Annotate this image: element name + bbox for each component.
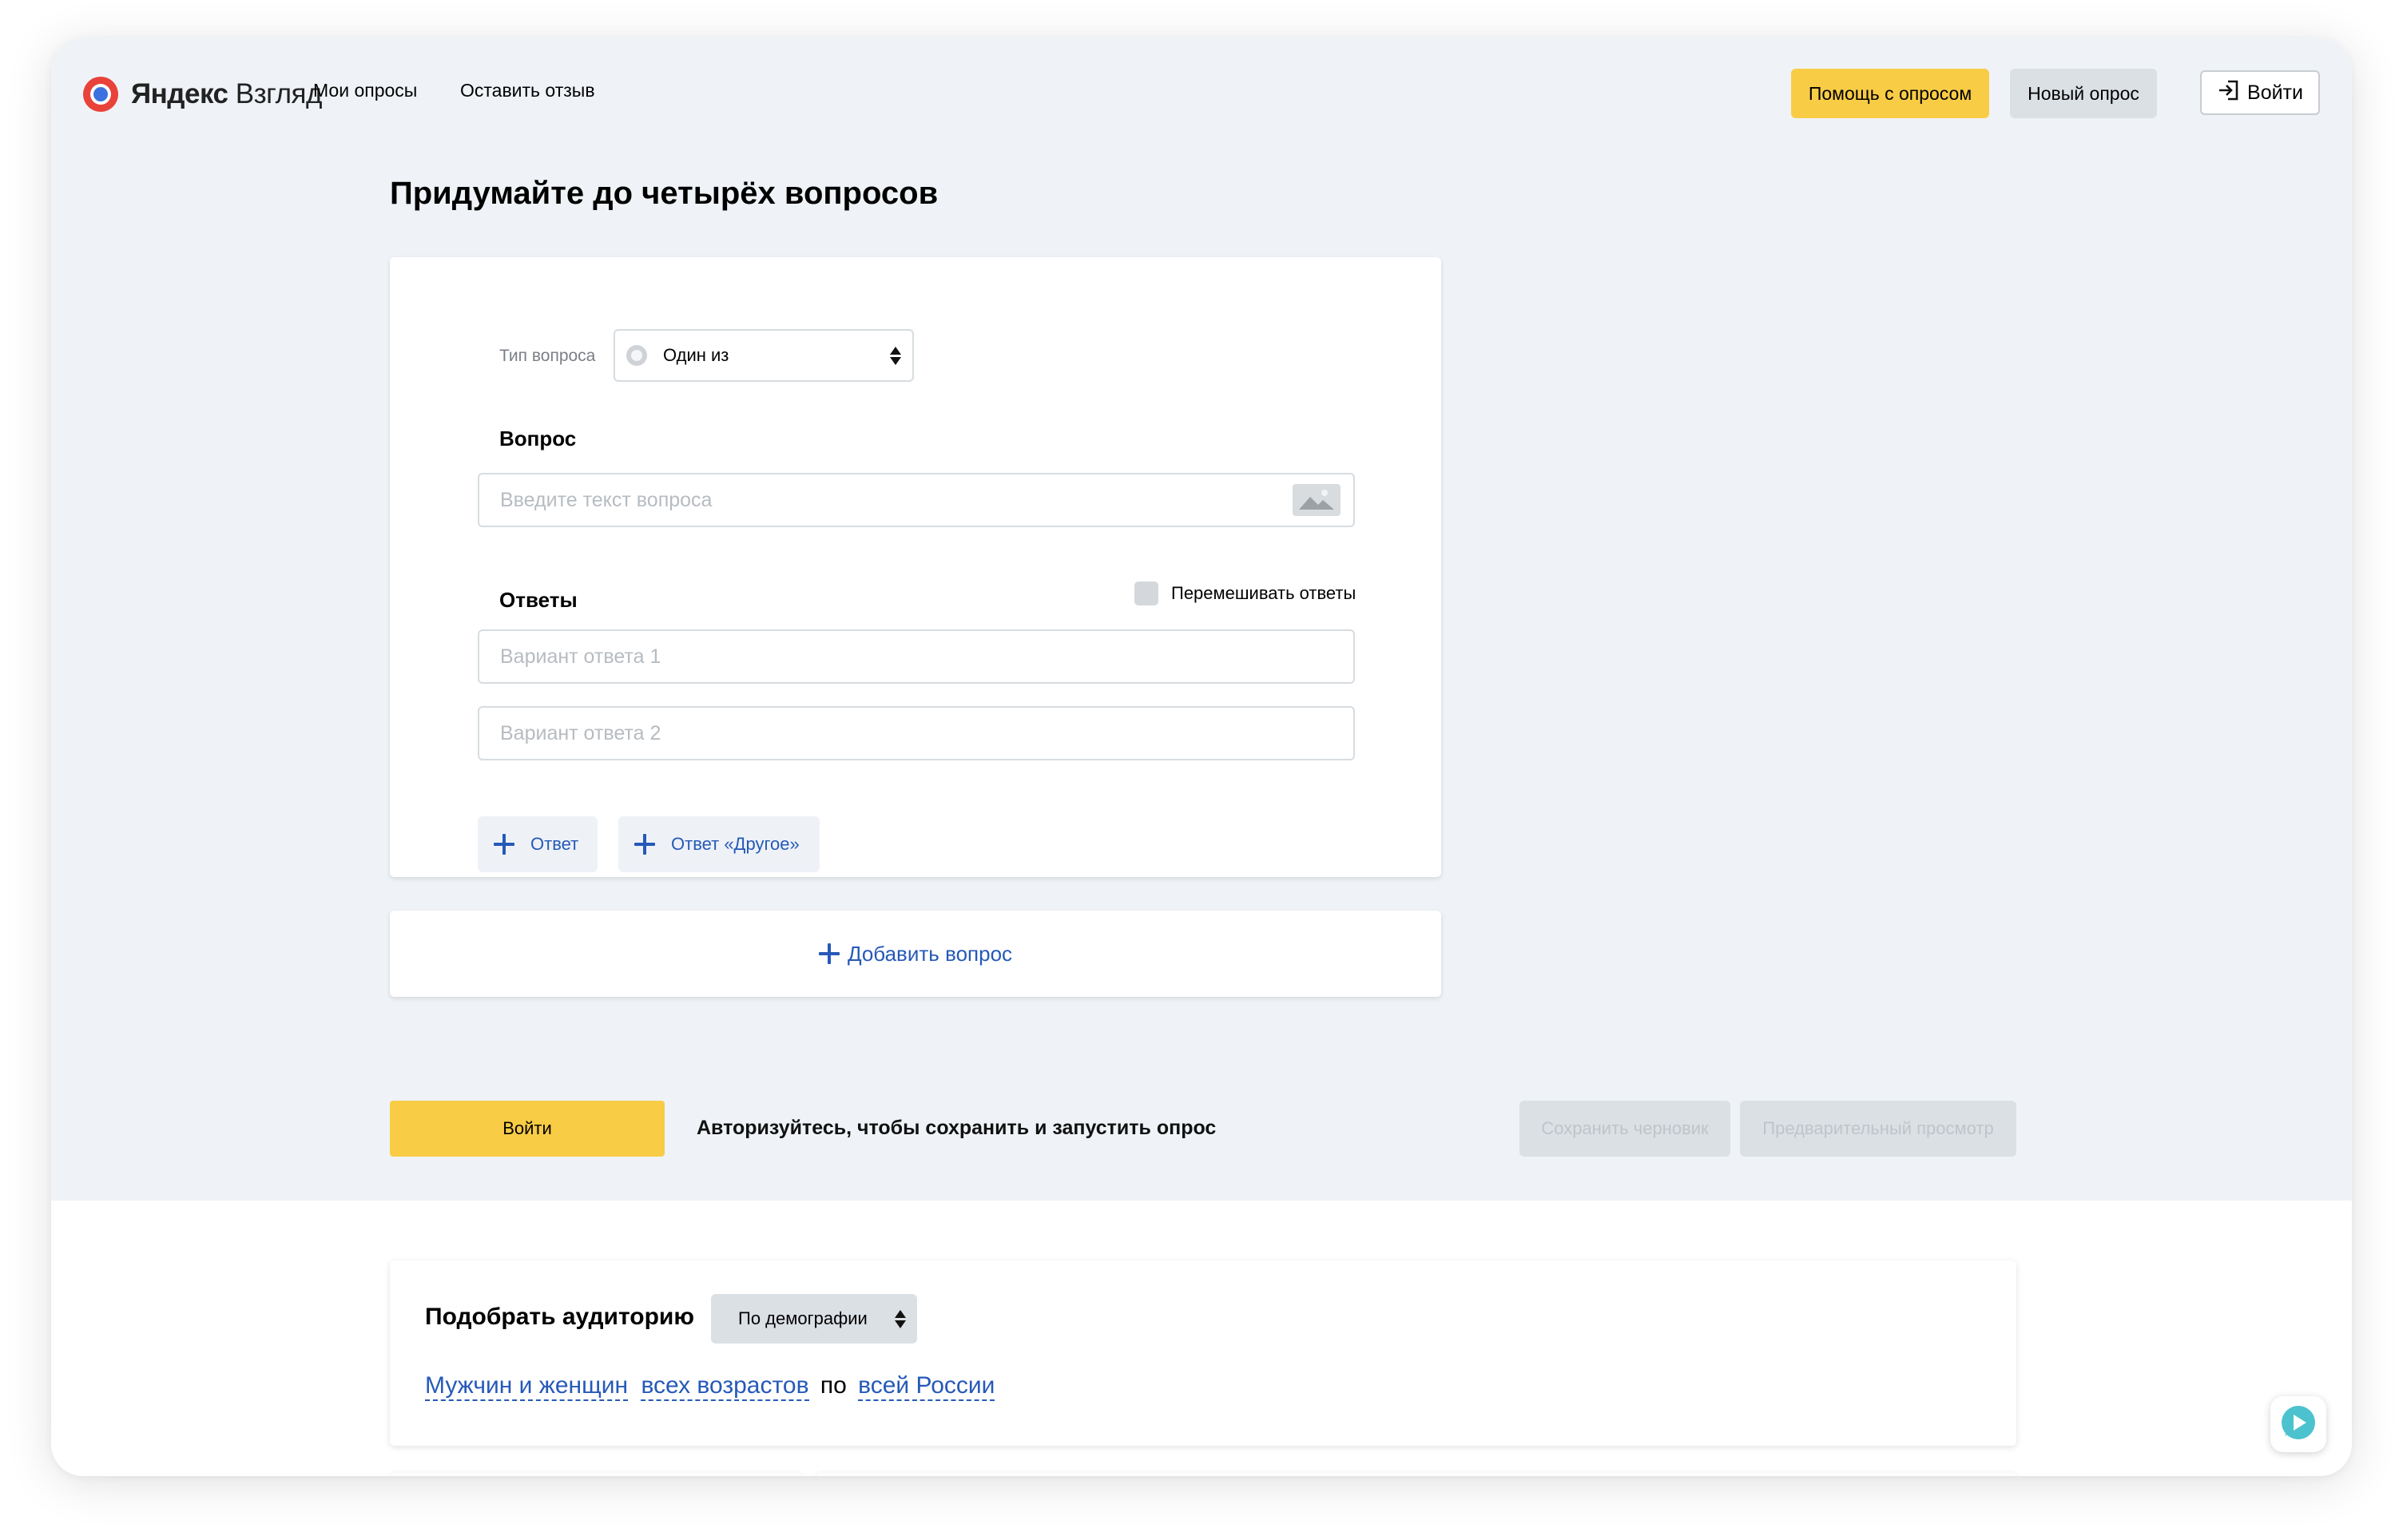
new-poll-button[interactable]: Новый опрос <box>2010 69 2157 118</box>
login-label: Войти <box>2247 81 2303 104</box>
auth-message: Авторизуйтесь, чтобы сохранить и запусти… <box>697 1117 1217 1139</box>
add-question-button[interactable]: Добавить вопрос <box>390 911 1441 997</box>
shuffle-option[interactable]: Перемешивать ответы <box>1134 581 1356 605</box>
chat-widget-button[interactable] <box>2270 1396 2326 1452</box>
audience-age-link[interactable]: всех возрастов <box>641 1372 809 1401</box>
question-type-value: Один из <box>663 345 729 365</box>
login-button[interactable]: Войти <box>390 1101 665 1157</box>
add-other-answer-button[interactable]: Ответ «Другое» <box>618 816 820 872</box>
answers-label: Ответы <box>499 588 578 612</box>
question-type-select[interactable]: Один из <box>614 329 914 382</box>
sort-arrows-icon <box>895 1308 906 1331</box>
question-label: Вопрос <box>499 427 577 450</box>
question-card: Тип вопроса Один из Вопрос Ответы Переме… <box>390 257 1441 877</box>
logo[interactable]: Яндекс Взгляд <box>81 70 322 118</box>
help-button[interactable]: Помощь с опросом <box>1791 69 1989 118</box>
page-title: Придумайте до четырёх вопросов <box>390 176 939 211</box>
add-question-label: Добавить вопрос <box>847 941 1013 966</box>
question-type-label: Тип вопроса <box>499 347 596 365</box>
yandex-logo-icon <box>81 75 120 113</box>
shuffle-checkbox[interactable] <box>1134 581 1158 605</box>
audience-title: Подобрать аудиторию <box>425 1304 694 1330</box>
answer-input-2[interactable] <box>478 706 1355 760</box>
logo-product: Взгляд <box>235 78 323 109</box>
question-input[interactable] <box>478 473 1355 527</box>
logo-text: Яндекс Взгляд <box>131 78 322 110</box>
audience-mode-value: По демографии <box>738 1308 868 1328</box>
add-other-answer-label: Ответ «Другое» <box>671 834 800 854</box>
login-button-header[interactable]: Войти <box>2200 70 2320 115</box>
answer-input-1[interactable] <box>478 629 1355 684</box>
app-window: Яндекс Взгляд Мои опросы Оставить отзыв … <box>51 38 2352 1476</box>
radio-icon <box>626 345 647 366</box>
audience-connector: по <box>820 1372 847 1399</box>
audience-mode-select[interactable]: По демографии <box>711 1294 917 1344</box>
add-answer-label: Ответ <box>530 834 579 854</box>
add-answer-button[interactable]: Ответ <box>478 816 598 872</box>
audience-card: Подобрать аудиторию По демографии Мужчин… <box>390 1260 2016 1446</box>
login-icon <box>2217 79 2239 107</box>
next-card-right <box>816 1473 2016 1476</box>
sort-arrows-icon <box>890 345 901 367</box>
nav-my-polls[interactable]: Мои опросы <box>313 80 417 101</box>
nav-feedback[interactable]: Оставить отзыв <box>460 80 595 101</box>
audience-gender-link[interactable]: Мужчин и женщин <box>425 1372 629 1401</box>
plus-icon <box>494 834 514 855</box>
image-icon[interactable] <box>1293 484 1341 516</box>
next-card-left <box>390 1473 802 1476</box>
preview-button[interactable]: Предварительный просмотр <box>1740 1101 2016 1157</box>
editor-area: Яндекс Взгляд Мои опросы Оставить отзыв … <box>51 38 2352 1201</box>
chat-icon <box>2280 1404 2317 1445</box>
plus-icon <box>818 943 840 964</box>
audience-region-link[interactable]: всей России <box>858 1372 995 1401</box>
save-draft-button[interactable]: Сохранить черновик <box>1519 1101 1730 1157</box>
logo-brand: Яндекс <box>131 78 228 109</box>
shuffle-label: Перемешивать ответы <box>1171 583 1356 603</box>
audience-summary: Мужчин и женщин всех возрастов по всей Р… <box>425 1372 995 1401</box>
plus-icon <box>634 834 655 855</box>
